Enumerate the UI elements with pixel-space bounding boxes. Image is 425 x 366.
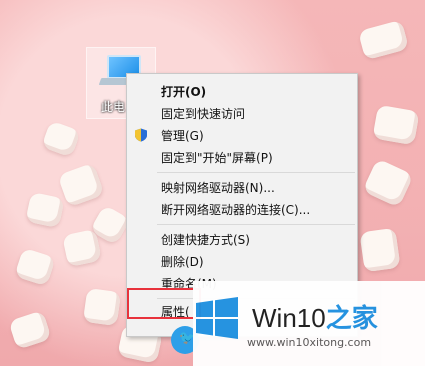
watermark-title-main: Win10	[252, 303, 326, 333]
marshmallow-decoration	[372, 104, 420, 146]
marshmallow-decoration	[8, 310, 52, 350]
watermark: Win10之家 www.win10xitong.com	[193, 281, 425, 366]
menu-item-label: 打开(O)	[161, 85, 207, 99]
windows-logo-icon	[196, 297, 238, 339]
menu-item-delete[interactable]: 删除(D)	[127, 250, 357, 272]
watermark-title-suffix: 之家	[325, 303, 378, 333]
highlight-box	[127, 288, 201, 319]
menu-item-manage[interactable]: 管理(G)	[127, 124, 357, 146]
menu-item-label: 固定到"开始"屏幕(P)	[161, 151, 273, 165]
menu-item-label: 断开网络驱动器的连接(C)...	[161, 203, 311, 217]
menu-item-pin-quick-access[interactable]: 固定到快速访问	[127, 102, 357, 124]
marshmallow-decoration	[82, 287, 122, 327]
menu-item-label: 管理(G)	[161, 129, 204, 143]
menu-item-label: 固定到快速访问	[161, 107, 246, 121]
watermark-title: Win10之家	[252, 298, 378, 335]
marshmallow-decoration	[14, 247, 56, 287]
menu-item-label: 删除(D)	[161, 255, 204, 269]
marshmallow-decoration	[359, 227, 401, 273]
menu-item-create-shortcut[interactable]: 创建快捷方式(S)	[127, 228, 357, 250]
marshmallow-decoration	[41, 120, 81, 158]
marshmallow-decoration	[25, 191, 65, 229]
marshmallow-decoration	[57, 162, 105, 208]
shield-icon	[135, 128, 147, 142]
watermark-url: www.win10xitong.com	[247, 336, 372, 349]
menu-item-pin-start[interactable]: 固定到"开始"屏幕(P)	[127, 146, 357, 168]
menu-item-label: 创建快捷方式(S)	[161, 233, 250, 247]
menu-separator	[157, 224, 355, 225]
menu-item-disconnect-network-drive[interactable]: 断开网络驱动器的连接(C)...	[127, 198, 357, 220]
marshmallow-decoration	[357, 19, 410, 61]
menu-item-label: 映射网络驱动器(N)...	[161, 181, 275, 195]
menu-item-map-network-drive[interactable]: 映射网络驱动器(N)...	[127, 176, 357, 198]
this-pc-label: 此电	[101, 100, 126, 114]
menu-separator	[157, 172, 355, 173]
marshmallow-decoration	[362, 158, 414, 208]
marshmallow-decoration	[62, 228, 102, 268]
menu-item-open[interactable]: 打开(O)	[127, 80, 357, 102]
